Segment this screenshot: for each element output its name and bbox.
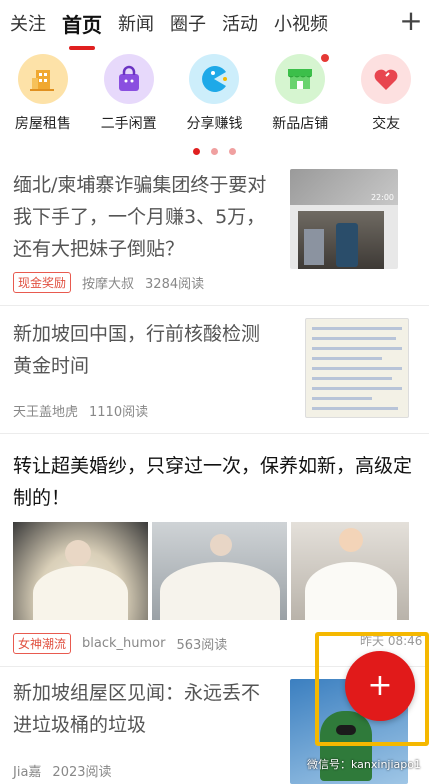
thumbnail-time: 22:00 [370,193,394,202]
pager-dot-active [193,148,200,155]
article-meta: 现金奖励 按摩大叔 3284阅读 [13,272,204,293]
article-image[interactable] [13,522,148,620]
article-title-line: 制的！ [13,487,71,509]
article-title-line: 黄金时间 [13,355,90,377]
tab-circles[interactable]: 圈子 [162,10,214,36]
category-dating[interactable]: 交友 [343,54,429,138]
article-thumbnail[interactable]: 22:00 [290,169,398,269]
article-author[interactable]: Jia嘉 [13,761,41,780]
article-meta: 女神潮流 black_humor 563阅读 [13,633,227,654]
heart-hand-icon [361,54,412,104]
article-title-line: 缅北/柬埔寨诈骗集团终于要对 [13,174,267,196]
article-author[interactable]: 天王盖地虎 [13,401,78,420]
add-tab-icon[interactable]: + [397,6,425,36]
article-tag[interactable]: 现金奖励 [13,272,72,293]
category-label: 交友 [372,116,401,132]
carousel-indicator [0,148,429,155]
pager-dot [211,148,218,155]
tab-short-video[interactable]: 小视频 [266,10,336,36]
article-title: 转让超美婚纱，只穿过一次，保养如新，高级定 制的！ [13,450,423,514]
article-image[interactable] [291,522,409,620]
tab-follow[interactable]: 关注 [0,10,54,36]
article-author[interactable]: 按摩大叔 [82,273,134,292]
category-label: 分享赚钱 [186,116,243,132]
article-title-line: 新加坡回中国，行前核酸检测 [13,323,261,345]
article-reads: 3284阅读 [145,277,205,292]
building-icon [17,54,68,104]
article-thumbnail[interactable] [305,318,409,418]
category-label: 二手闲置 [100,116,157,132]
article-title: 缅北/柬埔寨诈骗集团终于要对 我下手了，一个月赚3、5万， 还有大把妹子倒贴？ [13,169,283,265]
article-tag[interactable]: 女神潮流 [13,633,72,654]
watermark-text: 微信号：kanxinjiapo1 [307,758,421,771]
pacman-icon [189,54,240,104]
article-title-line: 进垃圾桶的垃圾 [13,714,147,736]
pager-dot [229,148,236,155]
storefront-icon [275,54,326,104]
article-card[interactable]: 缅北/柬埔寨诈骗集团终于要对 我下手了，一个月赚3、5万， 还有大把妹子倒贴？ … [0,163,429,306]
category-share-earn[interactable]: 分享赚钱 [172,54,258,138]
article-reads: 2023阅读 [52,765,112,780]
category-new-shops[interactable]: 新品店铺 [257,54,343,138]
tab-news[interactable]: 新闻 [110,10,162,36]
top-tab-bar: 关注 首页 新闻 圈子 活动 小视频 [0,0,429,46]
article-title: 新加坡回中国，行前核酸检测 黄金时间 [13,318,283,382]
create-post-button[interactable]: + [345,651,415,721]
article-reads: 1110阅读 [89,405,149,420]
article-title-line: 新加坡组屋区见闻：永远丢不 [13,682,261,704]
article-title-line: 转让超美婚纱，只穿过一次，保养如新，高级定 [13,455,413,477]
article-image[interactable] [152,522,287,620]
tab-home[interactable]: 首页 [54,9,110,38]
article-meta: Jia嘉 2023阅读 [13,761,112,780]
category-secondhand[interactable]: 二手闲置 [86,54,172,138]
category-housing[interactable]: 房屋租售 [0,54,86,138]
article-title-line: 我下手了，一个月赚3、5万， [13,206,266,228]
notification-dot [321,54,330,62]
category-label: 房屋租售 [14,116,71,132]
tab-activities[interactable]: 活动 [214,10,266,36]
shopping-bag-icon [103,54,154,104]
article-reads: 563阅读 [176,638,228,653]
category-label: 新品店铺 [272,116,329,132]
article-meta: 天王盖地虎 1110阅读 [13,401,148,420]
article-title-line: 还有大把妹子倒贴？ [13,238,185,260]
article-title: 新加坡组屋区见闻：永远丢不 进垃圾桶的垃圾 [13,677,283,741]
article-card[interactable]: 新加坡回中国，行前核酸检测 黄金时间 天王盖地虎 1110阅读 [0,306,429,434]
article-author[interactable]: black_humor [82,636,165,651]
category-grid: 房屋租售 二手闲置 分享赚钱 新品店铺 交友 [0,54,429,138]
